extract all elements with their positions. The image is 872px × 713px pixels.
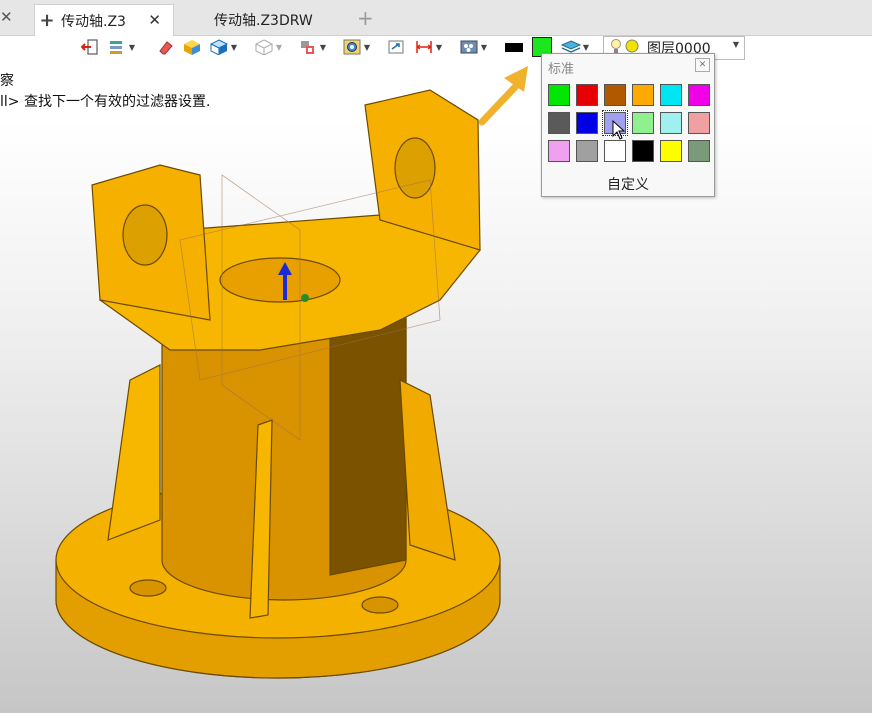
chevron-down-icon[interactable]: ▼ — [274, 43, 284, 52]
tab-active-document[interactable]: + 传动轴.Z3 ✕ — [34, 4, 174, 36]
render-button[interactable]: ▼ — [459, 36, 489, 58]
pointer-arrow-icon — [478, 66, 528, 126]
color-swatch[interactable] — [604, 84, 626, 106]
paint-icon — [298, 38, 318, 56]
custom-color-button[interactable]: 自定义 — [542, 174, 714, 194]
mouse-cursor-icon — [612, 120, 626, 140]
chevron-down-icon[interactable]: ▼ — [362, 43, 372, 52]
tab-label: 传动轴.Z3DRW — [214, 12, 313, 29]
layer-manager-button[interactable]: ▼ — [107, 36, 137, 58]
chevron-down-icon[interactable]: ▼ — [733, 40, 739, 49]
chevron-down-icon[interactable]: ▼ — [318, 43, 328, 52]
view-icon — [342, 38, 362, 56]
dimension-icon — [414, 38, 434, 56]
color-swatch[interactable] — [688, 140, 710, 162]
render-icon — [459, 38, 479, 56]
color-swatch[interactable] — [548, 112, 570, 134]
chevron-down-icon[interactable]: ▼ — [434, 43, 444, 52]
color-swatch[interactable] — [632, 140, 654, 162]
tab-label: 传动轴.Z3 — [61, 13, 126, 30]
eraser-icon — [156, 38, 176, 56]
display-mode-button[interactable]: ▼ — [209, 36, 239, 58]
color-swatch[interactable] — [604, 140, 626, 162]
color-swatch[interactable] — [660, 140, 682, 162]
color-swatch[interactable] — [576, 140, 598, 162]
color-swatch[interactable] — [548, 84, 570, 106]
color-swatch[interactable] — [660, 112, 682, 134]
color-swatch[interactable] — [660, 84, 682, 106]
color-swatch[interactable] — [688, 112, 710, 134]
eraser-button[interactable] — [156, 36, 176, 58]
popup-title: 标准 — [548, 62, 575, 77]
toolbar: ▼ ▼ ▼ ▼ ▼ ▼ ▼ ▼ 图层0000 ▼ — [0, 36, 872, 60]
color-grid — [548, 84, 710, 162]
chevron-down-icon[interactable]: ▼ — [229, 43, 239, 52]
cube-wire-icon — [209, 38, 229, 56]
shaded-button[interactable] — [182, 36, 202, 58]
color-swatch[interactable] — [632, 84, 654, 106]
model-viewport[interactable] — [0, 60, 560, 713]
paint-button[interactable]: ▼ — [298, 36, 328, 58]
tab-drawing-document[interactable]: 传动轴.Z3DRW — [190, 4, 340, 35]
layers-list-icon — [107, 38, 127, 56]
zoom-fit-icon — [386, 38, 406, 56]
close-icon[interactable]: ✕ — [695, 58, 710, 72]
color-swatch[interactable] — [632, 112, 654, 134]
chevron-down-icon[interactable]: ▼ — [127, 43, 137, 52]
hidden-line-button[interactable]: ▼ — [254, 36, 284, 58]
chevron-down-icon[interactable]: ▼ — [479, 43, 489, 52]
chevron-down-icon[interactable]: ▼ — [581, 43, 591, 52]
new-tab-icon[interactable]: + — [357, 6, 374, 30]
dimension-button[interactable]: ▼ — [414, 36, 444, 58]
view-button[interactable]: ▼ — [342, 36, 372, 58]
color-picker-popup: 标准 ✕ 自定义 — [541, 53, 715, 197]
pin-icon[interactable]: + — [35, 10, 59, 31]
color-swatch[interactable] — [688, 84, 710, 106]
close-tab-icon[interactable]: ✕ — [148, 11, 161, 29]
color-swatch[interactable] — [576, 84, 598, 106]
close-icon[interactable]: ✕ — [0, 8, 14, 26]
line-color-swatch[interactable] — [505, 43, 523, 52]
cube-shaded-icon — [182, 38, 202, 56]
cube-hidden-icon — [254, 38, 274, 56]
color-swatch[interactable] — [548, 140, 570, 162]
color-swatch[interactable] — [576, 112, 598, 134]
exit-icon — [80, 38, 100, 56]
zoom-fit-button[interactable] — [386, 36, 406, 58]
exit-button[interactable] — [80, 36, 100, 58]
tab-strip: ✕ + 传动轴.Z3 ✕ 传动轴.Z3DRW + — [0, 0, 872, 36]
